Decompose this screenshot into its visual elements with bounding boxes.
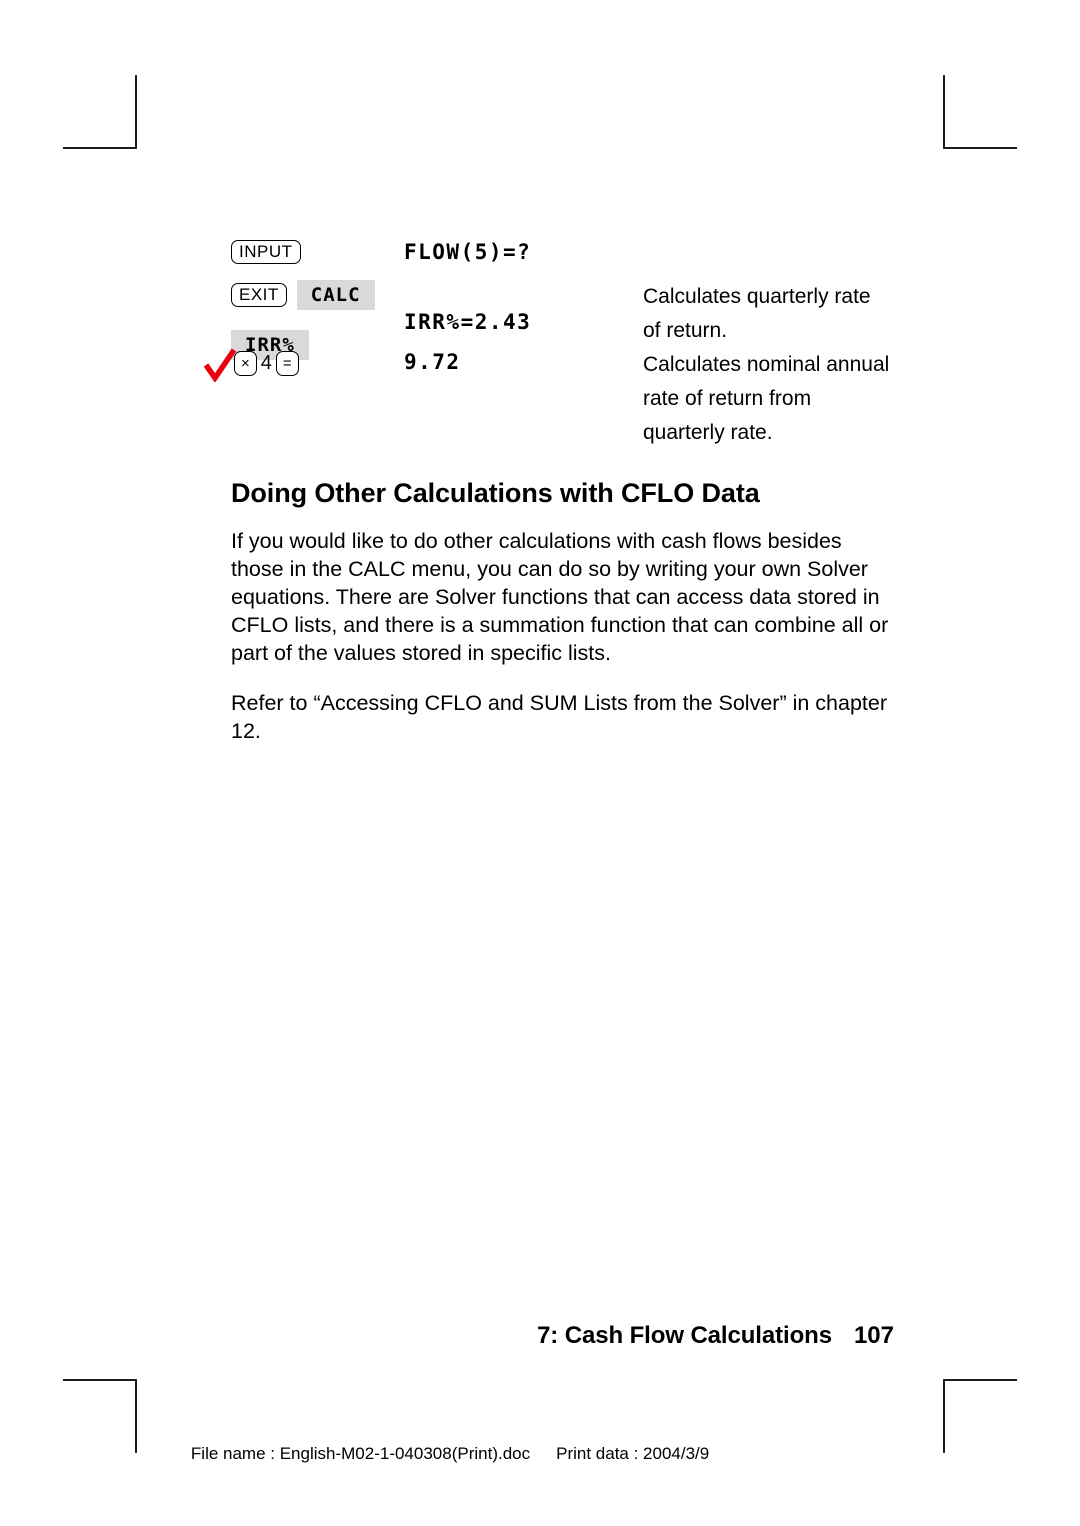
document-page: INPUT FLOW(5)=? EXIT CALC IRR% IRR%=2.43 …: [0, 0, 1080, 1526]
display-readout-result: 9.72: [404, 350, 461, 374]
digit-4-key[interactable]: 4: [257, 353, 276, 373]
body-paragraph-1: If you would like to do other calculatio…: [231, 529, 889, 665]
footer-page-number: 107: [853, 1322, 894, 1349]
annotation-line: quarterly rate.: [643, 421, 773, 444]
annotation-quarterly-rate: Calculates quarterly rate of return.: [643, 280, 943, 348]
crop-mark-bottom-right: [943, 1379, 1017, 1453]
multiply-key[interactable]: ×: [234, 351, 257, 376]
crop-mark-top-right: [943, 75, 1017, 149]
annotation-line: Calculates quarterly rate: [643, 285, 871, 308]
annotation-line: of return.: [643, 319, 728, 342]
print-date-label: Print data : 2004/3/9: [556, 1444, 710, 1463]
file-name-label: File name : English-M02-1-040308(Print).…: [190, 1444, 531, 1463]
section-heading: Doing Other Calculations with CFLO Data: [231, 478, 760, 508]
display-readout-irr: IRR%=2.43: [404, 310, 532, 334]
crop-mark-bottom-left: [63, 1379, 137, 1453]
body-paragraph-2: Refer to “Accessing CFLO and SUM Lists f…: [231, 691, 887, 743]
print-production-line: File name : English-M02-1-040308(Print).…: [172, 1424, 709, 1484]
exit-key[interactable]: EXIT: [231, 283, 287, 307]
footer-chapter-title: 7: Cash Flow Calculations: [537, 1322, 832, 1349]
keystroke-row-1-keys: INPUT: [231, 240, 301, 264]
red-check-icon: [203, 348, 237, 382]
display-readout-flow: FLOW(5)=?: [404, 240, 532, 264]
crop-mark-top-left: [63, 75, 137, 149]
calc-menu-key[interactable]: CALC: [296, 280, 375, 310]
annotation-line: Calculates nominal annual: [643, 353, 890, 376]
annotation-line: rate of return from: [643, 387, 812, 410]
equals-key[interactable]: =: [275, 351, 299, 376]
input-key[interactable]: INPUT: [231, 240, 301, 264]
keystroke-row-4-keys: × 4 =: [234, 351, 299, 376]
page-footer: 7: Cash Flow Calculations 107: [0, 1322, 894, 1350]
keystroke-row-2-keys: EXIT CALC: [231, 280, 375, 310]
annotation-nominal-annual-rate: Calculates nominal annual rate of return…: [643, 348, 943, 450]
